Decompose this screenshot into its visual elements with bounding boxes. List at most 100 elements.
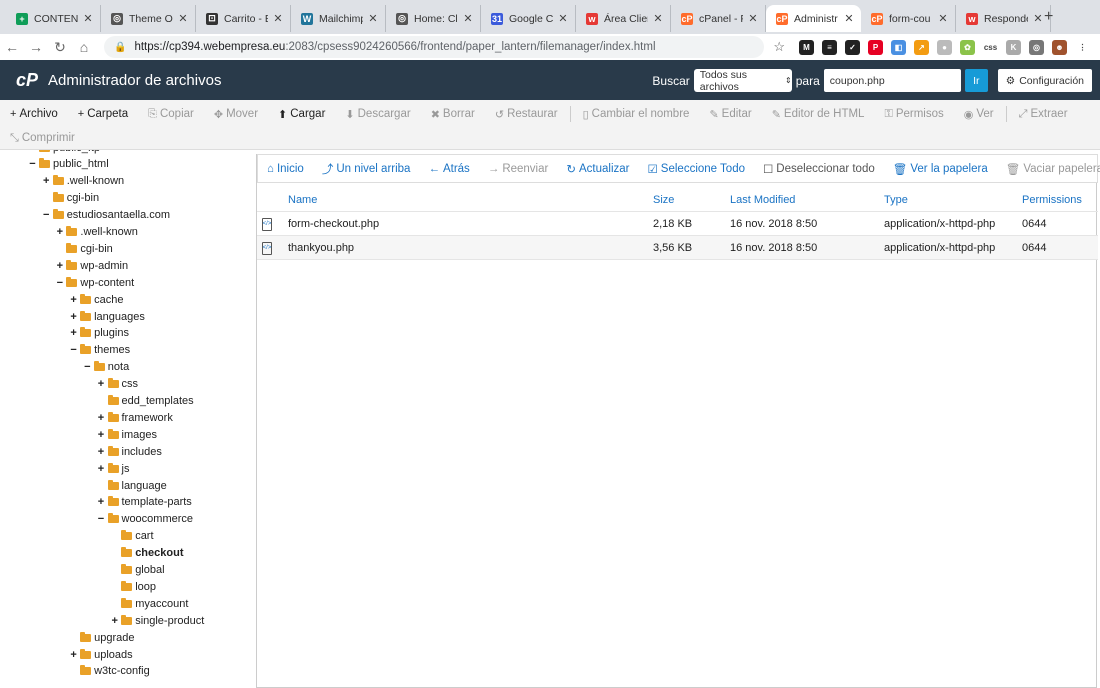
new-folder-button[interactable]: + Carpeta: [68, 108, 138, 120]
tree-folder[interactable]: − woocommerce: [97, 511, 193, 528]
new-file-button[interactable]: + Archivo: [0, 108, 68, 120]
expand-icon[interactable]: +: [69, 649, 78, 661]
browser-tab[interactable]: cP form-cou ✕: [861, 5, 956, 32]
extension-icon[interactable]: ☻: [1052, 39, 1067, 55]
tree-folder[interactable]: − estudiosantaella.com: [42, 207, 170, 224]
file-name[interactable]: form-checkout.php: [288, 212, 379, 236]
copy-button[interactable]: ⎘ Copiar: [138, 108, 204, 121]
tab-close-icon[interactable]: ✕: [272, 12, 284, 25]
reload-button[interactable]: ↻ Actualizar: [557, 162, 638, 176]
tree-folder[interactable]: + plugins: [69, 325, 129, 342]
tree-folder[interactable]: + .well-known: [42, 173, 124, 190]
browser-reload-icon[interactable]: ↻: [48, 39, 72, 56]
browser-tab[interactable]: ◎ Theme Op ✕: [101, 5, 196, 32]
extension-icon[interactable]: P: [868, 39, 883, 55]
collapse-icon[interactable]: −: [42, 209, 51, 221]
extension-icon[interactable]: ✓: [845, 39, 860, 55]
collapse-icon[interactable]: −: [28, 158, 37, 170]
new-tab-button[interactable]: +: [1044, 8, 1053, 26]
expand-icon[interactable]: +: [69, 327, 78, 339]
tab-close-icon[interactable]: ✕: [367, 12, 379, 25]
tab-close-icon[interactable]: ✕: [747, 12, 759, 25]
browser-tab[interactable]: ⊡ Carrito - E ✕: [196, 5, 291, 32]
select-all-button[interactable]: ☑ Seleccione Todo: [638, 162, 754, 176]
tree-folder[interactable]: + template-parts: [97, 494, 192, 511]
tree-folder[interactable]: cgi-bin: [55, 240, 113, 257]
deselect-all-button[interactable]: ☐ Deseleccionar todo: [754, 162, 884, 176]
extension-icon[interactable]: ⋮: [1075, 39, 1090, 55]
expand-icon[interactable]: +: [97, 412, 106, 424]
extension-icon[interactable]: ◎: [1029, 39, 1044, 55]
tree-folder[interactable]: + languages: [69, 308, 145, 325]
tree-folder[interactable]: w3tc-config: [69, 663, 150, 680]
address-bar[interactable]: 🔒 https://cp394.webempresa.eu:2083/cpses…: [104, 36, 764, 58]
tree-folder[interactable]: + single-product: [110, 612, 204, 629]
tree-folder[interactable]: global: [110, 562, 165, 579]
tree-folder[interactable]: + js: [97, 460, 129, 477]
browser-tab[interactable]: cP Administr ✕: [766, 5, 861, 32]
tree-folder[interactable]: cgi-bin: [42, 190, 99, 207]
column-header-size[interactable]: Size: [653, 188, 674, 212]
tab-close-icon[interactable]: ✕: [557, 12, 569, 25]
permissions-button[interactable]: ⚿ Permisos: [874, 108, 953, 121]
extension-icon[interactable]: M: [799, 39, 814, 55]
tree-folder[interactable]: cart: [110, 528, 154, 545]
expand-icon[interactable]: +: [97, 446, 106, 458]
tree-folder[interactable]: checkout: [110, 545, 183, 562]
search-scope-select[interactable]: Todos sus archivos ⇕: [693, 69, 792, 93]
rename-button[interactable]: ▯ Cambiar el nombre: [573, 108, 700, 121]
expand-icon[interactable]: +: [28, 150, 37, 154]
collapse-icon[interactable]: −: [97, 513, 106, 525]
tree-folder[interactable]: + includes: [97, 443, 162, 460]
tree-folder[interactable]: + uploads: [69, 646, 133, 663]
delete-button[interactable]: ✖ Borrar: [421, 108, 485, 121]
expand-icon[interactable]: +: [69, 311, 78, 323]
view-trash-button[interactable]: 🗑 Ver la papelera: [884, 162, 997, 176]
search-input[interactable]: coupon.php: [823, 69, 961, 92]
expand-icon[interactable]: +: [97, 378, 106, 390]
tree-folder[interactable]: loop: [110, 578, 156, 595]
tab-close-icon[interactable]: ✕: [1032, 12, 1044, 25]
tree-folder[interactable]: + .well-known: [55, 224, 138, 241]
extension-icon[interactable]: ↗: [914, 39, 929, 55]
tab-close-icon[interactable]: ✕: [843, 12, 855, 25]
browser-tab[interactable]: cP cPanel - P ✕: [671, 5, 766, 32]
tab-close-icon[interactable]: ✕: [462, 12, 474, 25]
browser-back-icon[interactable]: ←: [0, 39, 24, 55]
tree-folder[interactable]: + css: [97, 376, 138, 393]
browser-tab[interactable]: ◎ Home: Cl ✕: [386, 5, 481, 32]
column-header-type[interactable]: Type: [884, 188, 908, 212]
collapse-icon[interactable]: −: [55, 277, 64, 289]
tab-close-icon[interactable]: ✕: [82, 12, 94, 25]
download-button[interactable]: ⬇ Descargar: [335, 108, 420, 121]
extension-icon[interactable]: K: [1006, 39, 1021, 55]
extension-icon[interactable]: css: [983, 39, 998, 55]
bookmark-star-icon[interactable]: ☆: [773, 39, 785, 55]
file-name[interactable]: thankyou.php: [288, 236, 354, 260]
column-header-name[interactable]: Name: [288, 188, 317, 212]
up-one-level-button[interactable]: ⤴ Un nivel arriba: [313, 161, 420, 177]
tree-folder[interactable]: + images: [97, 426, 157, 443]
column-header-modified[interactable]: Last Modified: [730, 188, 795, 212]
tab-close-icon[interactable]: ✕: [937, 12, 949, 25]
extension-icon[interactable]: ●: [937, 39, 952, 55]
expand-icon[interactable]: +: [97, 463, 106, 475]
move-button[interactable]: ✥ Mover: [204, 108, 268, 121]
expand-icon[interactable]: +: [42, 175, 51, 187]
empty-trash-button[interactable]: 🗑 Vaciar papelera: [997, 162, 1100, 176]
edit-button[interactable]: ✎ Editar: [699, 108, 761, 121]
tree-folder[interactable]: language: [97, 477, 167, 494]
expand-icon[interactable]: +: [55, 226, 64, 238]
view-button[interactable]: ◉ Ver: [954, 108, 1004, 121]
tree-folder[interactable]: + wp-admin: [55, 257, 128, 274]
collapse-icon[interactable]: −: [69, 344, 78, 356]
extension-icon[interactable]: ≡: [822, 39, 837, 55]
tree-folder[interactable]: − public_html: [28, 156, 109, 173]
compress-button[interactable]: ⤡ Comprimir: [0, 132, 85, 145]
back-button[interactable]: ← Atrás: [419, 163, 478, 175]
cpanel-logo[interactable]: cP: [16, 70, 38, 91]
restore-button[interactable]: ↺ Restaurar: [485, 108, 568, 121]
browser-tab[interactable]: w Área Clien ✕: [576, 5, 671, 32]
go-button[interactable]: Ir: [964, 69, 988, 92]
tree-folder[interactable]: − nota: [83, 359, 129, 376]
